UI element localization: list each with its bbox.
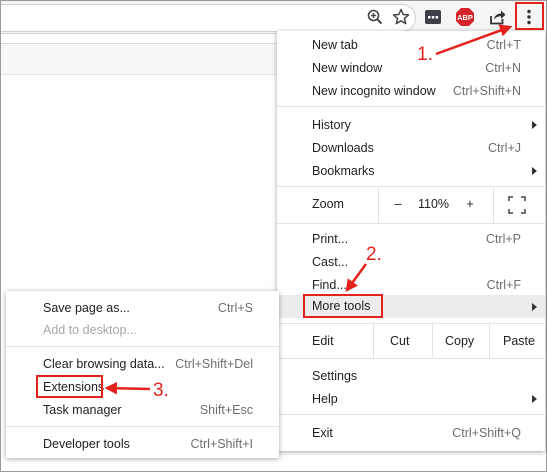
menu-item-print[interactable]: Print... Ctrl+P	[277, 228, 545, 250]
menu-item-label: History	[312, 118, 351, 132]
edit-divider	[432, 324, 433, 358]
edit-label: Edit	[312, 334, 334, 348]
menu-item-history[interactable]: History	[277, 114, 545, 136]
menu-item-label: New tab	[312, 38, 358, 52]
menu-item-shortcut: Ctrl+J	[488, 141, 521, 155]
menu-item-label: Settings	[312, 369, 358, 383]
submenu-arrow-icon	[532, 167, 537, 175]
bookmark-star-icon[interactable]	[391, 7, 411, 27]
menu-separator	[6, 426, 279, 427]
menu-item-shortcut: Ctrl+Shift+Q	[452, 426, 521, 440]
adblock-plus-icon[interactable]: ABP	[455, 7, 475, 27]
submenu-arrow-icon	[532, 121, 537, 129]
annotation-step-1: 1.	[417, 44, 433, 65]
menu-item-label: Developer tools	[43, 437, 130, 451]
menu-item-shortcut: Shift+Esc	[199, 403, 253, 417]
submenu-arrow-icon	[532, 302, 537, 311]
menu-item-label: Clear browsing data...	[43, 357, 165, 371]
menu-item-shortcut: Ctrl+N	[485, 61, 521, 75]
menu-separator	[277, 358, 545, 359]
menu-item-shortcut: Ctrl+Shift+N	[452, 84, 521, 98]
share-icon[interactable]	[487, 7, 507, 27]
edit-divider	[489, 324, 490, 358]
zoom-in-button[interactable]: +	[461, 187, 479, 221]
annotation-box-extensions	[36, 375, 103, 398]
page-header-strip	[1, 43, 277, 75]
copy-button[interactable]: Copy	[445, 324, 474, 358]
submenu-item-add-to-desktop: Add to desktop...	[6, 319, 279, 341]
menu-item-shortcut: Ctrl+P	[485, 232, 521, 246]
menu-item-new-tab[interactable]: New tab Ctrl+T	[277, 34, 545, 56]
menu-item-shortcut: Ctrl+T	[486, 38, 521, 52]
paste-button[interactable]: Paste	[503, 324, 535, 358]
annotation-step-2: 2.	[366, 244, 382, 265]
menu-item-label: Cast...	[312, 255, 349, 269]
menu-item-bookmarks[interactable]: Bookmarks	[277, 160, 545, 182]
submenu-item-save-page[interactable]: Save page as... Ctrl+S	[6, 297, 279, 319]
menu-item-label: New incognito window	[312, 84, 436, 98]
annotation-box-more-tools	[303, 294, 383, 318]
annotation-box-menu-button	[515, 2, 544, 30]
cut-button[interactable]: Cut	[390, 324, 409, 358]
submenu-arrow-icon	[532, 395, 537, 403]
menu-item-new-incognito[interactable]: New incognito window Ctrl+Shift+N	[277, 80, 545, 102]
menu-item-exit[interactable]: Exit Ctrl+Shift+Q	[277, 422, 545, 444]
menu-item-label: New window	[312, 61, 383, 75]
zoom-level: 110%	[418, 197, 450, 211]
menu-item-label: Print...	[312, 232, 349, 246]
menu-item-label: Task manager	[43, 403, 122, 417]
submenu-item-clear-browsing-data[interactable]: Clear browsing data... Ctrl+Shift+Del	[6, 353, 279, 375]
menu-item-label: Bookmarks	[312, 164, 375, 178]
chrome-main-menu: New tab Ctrl+T New window Ctrl+N New inc…	[277, 31, 545, 451]
menu-item-label: Downloads	[312, 141, 374, 155]
zoom-out-button[interactable]: –	[389, 187, 407, 221]
menu-item-label: Help	[312, 392, 338, 406]
menu-separator	[277, 414, 545, 415]
submenu-item-developer-tools[interactable]: Developer tools Ctrl+Shift+I	[6, 433, 279, 455]
zoom-label: Zoom	[312, 197, 344, 211]
menu-item-label: Exit	[312, 426, 333, 440]
menu-item-label: Add to desktop...	[43, 323, 137, 337]
zoom-divider	[378, 187, 379, 223]
zoom-row: Zoom – 110% +	[277, 187, 545, 223]
menu-item-downloads[interactable]: Downloads Ctrl+J	[277, 137, 545, 159]
browser-toolbar: ABP	[1, 1, 546, 33]
menu-item-cast[interactable]: Cast...	[277, 251, 545, 273]
edit-row: Edit Cut Copy Paste	[277, 324, 545, 358]
menu-item-shortcut: Ctrl+Shift+Del	[175, 357, 253, 371]
menu-item-settings[interactable]: Settings	[277, 365, 545, 387]
address-bar[interactable]	[1, 4, 416, 32]
menu-item-new-window[interactable]: New window Ctrl+N	[277, 57, 545, 79]
submenu-item-task-manager[interactable]: Task manager Shift+Esc	[6, 399, 279, 421]
menu-separator	[6, 346, 279, 347]
menu-item-label: Find...	[312, 278, 347, 292]
menu-item-shortcut: Ctrl+Shift+I	[190, 437, 253, 451]
menu-item-find[interactable]: Find... Ctrl+F	[277, 274, 545, 296]
extension-icon[interactable]	[423, 7, 443, 27]
menu-separator	[277, 223, 545, 224]
fullscreen-icon[interactable]	[508, 196, 526, 214]
edit-divider	[373, 324, 374, 358]
annotation-step-3: 3.	[153, 380, 169, 401]
menu-item-shortcut: Ctrl+F	[486, 278, 521, 292]
menu-item-label: Save page as...	[43, 301, 130, 315]
zoom-icon[interactable]	[365, 7, 385, 27]
zoom-divider	[493, 187, 494, 223]
menu-separator	[277, 106, 545, 107]
menu-item-shortcut: Ctrl+S	[217, 301, 253, 315]
menu-item-help[interactable]: Help	[277, 388, 545, 410]
abp-label: ABP	[457, 13, 473, 22]
